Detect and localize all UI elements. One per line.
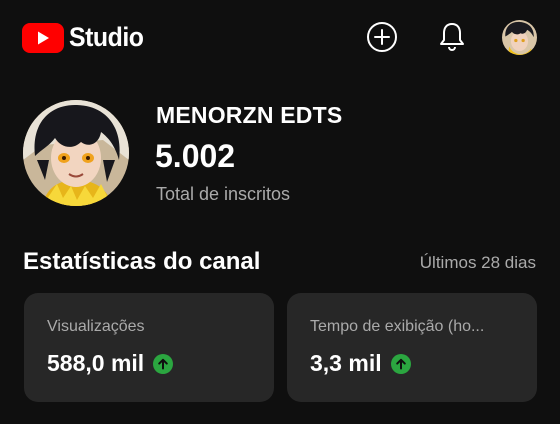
studio-dashboard: Studio MENORZN EDTS 5.002 Total de inscr…	[0, 0, 560, 424]
channel-stats-title: Estatísticas do canal	[23, 248, 261, 275]
top-app-bar: Studio	[0, 0, 560, 76]
stats-period[interactable]: Últimos 28 dias	[420, 253, 536, 273]
views-value: 588,0 mil	[47, 350, 145, 376]
subscriber-label: Total de inscritos	[156, 184, 291, 204]
trend-up-icon	[153, 353, 174, 374]
trend-up-icon	[390, 353, 411, 374]
views-value-row: 588,0 mil	[47, 350, 174, 377]
watch-time-value: 3,3 mil	[310, 350, 382, 376]
account-avatar[interactable]	[502, 20, 537, 55]
notifications-bell-icon[interactable]	[434, 19, 470, 55]
watch-time-value-row: 3,3 mil	[310, 350, 411, 377]
subscriber-count: 5.002	[155, 138, 236, 174]
logo-text: Studio	[69, 22, 144, 52]
views-stat-card[interactable]: Visualizações 588,0 mil	[24, 293, 274, 402]
channel-avatar[interactable]	[23, 100, 129, 206]
channel-name: MENORZN EDTS	[156, 102, 343, 128]
youtube-studio-logo[interactable]: Studio	[22, 22, 150, 53]
watch-time-stat-card[interactable]: Tempo de exibição (ho... 3,3 mil	[287, 293, 537, 402]
create-icon[interactable]	[364, 19, 400, 55]
watch-time-label: Tempo de exibição (ho...	[310, 318, 485, 335]
views-label: Visualizações	[47, 318, 145, 335]
youtube-play-icon	[22, 22, 64, 53]
